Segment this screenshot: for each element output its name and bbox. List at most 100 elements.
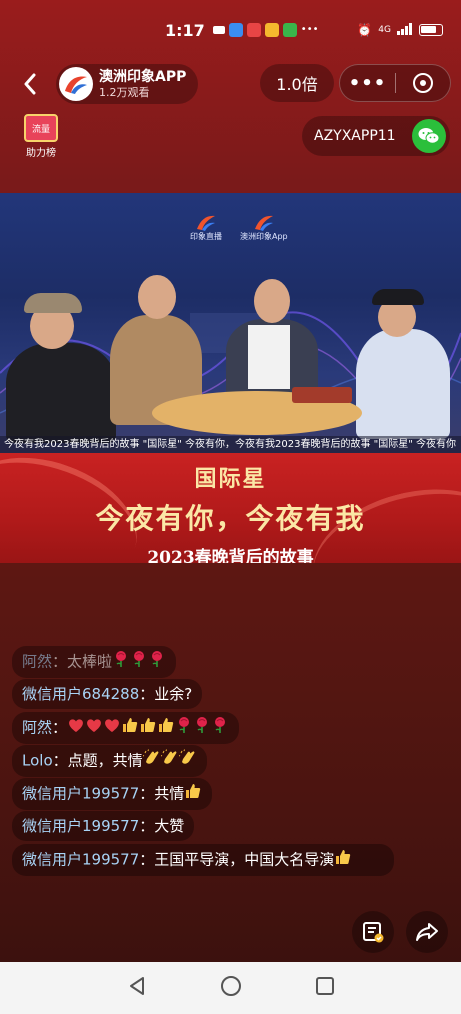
checklist-button[interactable] <box>352 911 394 953</box>
alarm-icon: ⏰ <box>357 23 373 37</box>
guest-1-hat <box>24 293 82 313</box>
heart-emoji-icon <box>67 716 85 740</box>
comment-emojis <box>142 749 197 773</box>
thumb-emoji-icon <box>157 716 175 740</box>
system-icons: ⏰ 4G <box>357 22 443 38</box>
comment-item: 微信用户199577：共情 <box>12 778 213 810</box>
comment-item: 阿然：太棒啦 <box>12 646 177 678</box>
signal-icon <box>397 22 413 38</box>
logo-left-text: 印象直播 <box>190 232 222 241</box>
banner-caption: 2023春晚背后的故事 <box>147 548 314 563</box>
rank-label: 助力榜 <box>26 148 56 159</box>
share-icon <box>416 923 438 941</box>
comment-user: 微信用户199577 <box>22 850 140 869</box>
thumb-emoji-icon <box>121 716 139 740</box>
triangle-back-icon <box>129 977 144 995</box>
comment-user: 阿然 <box>22 718 53 737</box>
share-button[interactable] <box>406 911 448 953</box>
back-button[interactable] <box>16 70 44 98</box>
comment-text: 大赞 <box>154 817 185 835</box>
more-button[interactable]: ••• <box>340 73 395 94</box>
mini-program-capsule: ••• <box>339 64 451 102</box>
guest-3-shirt <box>248 325 290 389</box>
nav-back-button[interactable] <box>127 976 147 1000</box>
thumb-emoji-icon <box>184 782 202 806</box>
app-notification-icon <box>212 26 225 34</box>
comment-item: 微信用户199577：王国平导演，中国大名导演 <box>12 844 394 876</box>
comment-user: 微信用户199577 <box>22 784 140 803</box>
scrolling-ticker: 今夜有我2023春晚背后的故事 "国际星" 今夜有你，今夜有我2023春晚背后的… <box>0 436 461 453</box>
avatar <box>59 67 93 101</box>
app-notification-icon <box>246 23 261 37</box>
square-recents-icon <box>315 977 334 995</box>
circle-home-icon <box>220 976 241 996</box>
status-time: 1:17 <box>165 20 205 40</box>
view-count: 1.2万观看 <box>99 85 150 99</box>
clap-emoji-icon <box>178 749 197 773</box>
comment-text: 太棒啦 <box>67 652 113 671</box>
video-frame: 印象直播 澳洲印象App 今夜有我2023春晚背后的故事 "国际星" 今夜有你，… <box>0 193 461 453</box>
wechat-icon <box>412 119 446 153</box>
clap-emoji-icon <box>142 749 161 773</box>
host-name: 澳洲印象APP <box>99 68 187 85</box>
playback-speed-button[interactable]: 1.0倍 <box>260 64 334 102</box>
rose-emoji-icon <box>130 650 148 674</box>
rose-emoji-icon <box>175 716 193 740</box>
rose-emoji-icon <box>148 650 166 674</box>
comment-item: 阿然： <box>12 712 240 744</box>
chevron-left-icon <box>24 73 36 95</box>
battery-icon <box>419 24 443 36</box>
close-button[interactable] <box>396 73 450 93</box>
comment-text: 王国平导演，中国大名导演 <box>154 850 335 869</box>
video-logos: 印象直播 澳洲印象App <box>190 213 288 242</box>
app-notification-icon <box>282 23 297 37</box>
comment-text: 点题，共情 <box>67 751 143 770</box>
app-logo-icon <box>65 76 87 94</box>
comment-user: 微信用户684288 <box>22 685 140 703</box>
comment-user: 微信用户199577 <box>22 817 140 835</box>
video-player[interactable]: 印象直播 澳洲印象App 今夜有我2023春晚背后的故事 "国际星" 今夜有你，… <box>0 193 461 563</box>
wechat-contact[interactable]: AZYXAPP11 <box>302 116 450 156</box>
guest-4-hat <box>372 289 424 305</box>
rose-emoji-icon <box>193 716 211 740</box>
yinxiang-live-logo: 印象直播 <box>190 213 222 242</box>
app-notification-icon <box>264 23 279 37</box>
comment-user: 阿然 <box>22 652 53 671</box>
nav-home-button[interactable] <box>220 975 242 1001</box>
comment-list: 阿然：太棒啦 微信用户684288：业余? 阿然： Lolo：点题，共情 微信用… <box>12 646 412 882</box>
host-info[interactable]: 澳洲印象APP 1.2万观看 <box>56 64 198 104</box>
guest-1 <box>6 343 116 443</box>
thumb-emoji-icon <box>139 716 157 740</box>
heart-emoji-icon <box>103 716 121 740</box>
aozhou-yinxiang-logo: 澳洲印象App <box>240 213 288 242</box>
network-label: 4G <box>378 25 391 35</box>
header: 澳洲印象APP 1.2万观看 1.0倍 ••• <box>0 62 461 106</box>
banner-subtitle: 今夜有你，今夜有我 <box>95 502 366 535</box>
comment-emojis <box>334 848 352 872</box>
system-nav-bar <box>0 962 461 1014</box>
rank-badge[interactable]: 流量 助力榜 <box>22 114 60 159</box>
notification-icons: ••• <box>212 23 319 37</box>
wechat-id: AZYXAPP11 <box>314 128 396 144</box>
comment-emojis <box>184 782 202 806</box>
books <box>292 387 352 403</box>
status-bar: 1:17 ••• ⏰ 4G <box>0 0 461 60</box>
guest-4 <box>356 329 450 439</box>
more-notifications-icon: ••• <box>300 24 319 35</box>
banner-title: 国际星 <box>194 466 267 492</box>
guest-2-head <box>138 275 176 319</box>
rank-box: 流量 <box>24 114 58 142</box>
comment-item: 微信用户684288：业余? <box>12 679 203 709</box>
program-banner: 国际星 今夜有你，今夜有我 2023春晚背后的故事 <box>0 453 461 563</box>
comment-item: Lolo：点题，共情 <box>12 745 207 777</box>
comment-emojis <box>112 650 166 674</box>
checklist-icon <box>363 922 384 943</box>
nav-recents-button[interactable] <box>315 976 335 1000</box>
clap-emoji-icon <box>160 749 179 773</box>
app-notification-icon <box>228 23 243 37</box>
rose-emoji-icon <box>211 716 229 740</box>
heart-emoji-icon <box>85 716 103 740</box>
thumb-emoji-icon <box>334 848 352 872</box>
comment-text: 业余? <box>154 685 193 703</box>
comment-item: 微信用户199577：大赞 <box>12 811 195 841</box>
